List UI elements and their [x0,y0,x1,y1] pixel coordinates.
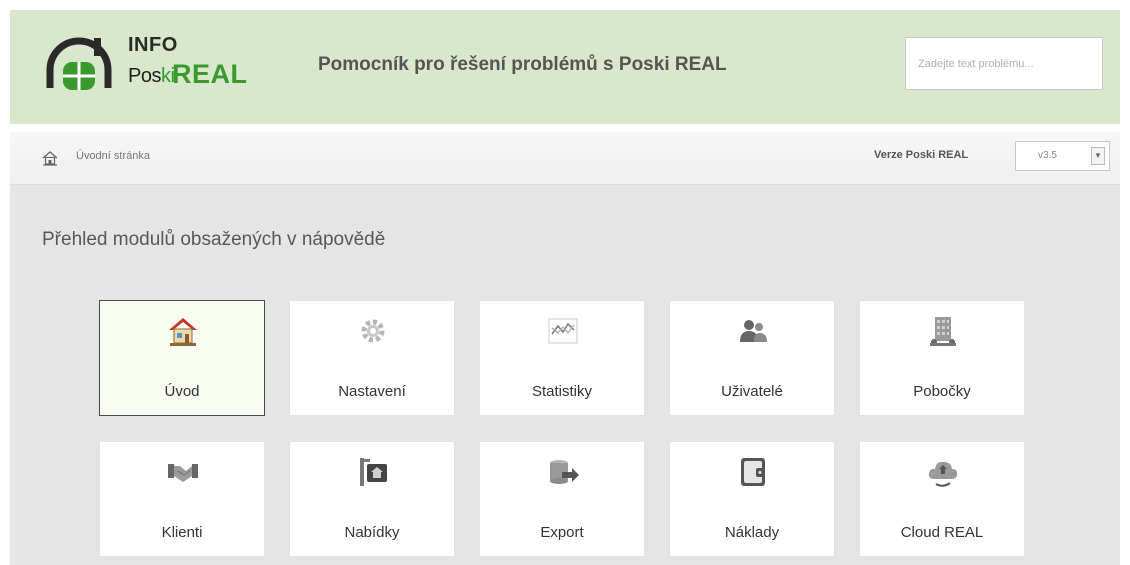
logo-house-icon [46,37,112,90]
module-label: Cloud REAL [900,524,984,541]
users-icon [740,320,767,342]
module-tile-pobocky[interactable]: Pobočky [859,300,1025,416]
module-tile-export[interactable]: Export [479,441,645,557]
home-icon [169,318,197,346]
module-label: Pobočky [913,383,971,400]
breadcrumb: Úvodní stránka Verze Poski REAL v3.5 ▼ [10,132,1120,185]
section-title: Přehled modulů obsažených v nápovědě [42,229,386,250]
module-tile-uzivatele[interactable]: Uživatelé [669,300,835,416]
building-icon [930,317,956,346]
module-tile-naklady[interactable]: Náklady [669,441,835,557]
version-select[interactable]: v3.5 ▼ [1015,141,1110,171]
module-label: Export [540,524,584,541]
wallet-icon [741,458,765,486]
logo-real-text: REAL [172,59,248,89]
module-label: Nastavení [338,383,406,400]
cloud-icon [928,461,958,487]
module-label: Nabídky [344,524,400,541]
module-label: Statistiky [531,383,592,400]
module-tile-statistiky[interactable]: Statistiky [479,300,645,416]
header: INFO Poski REAL Pomocník pro řešení prob… [10,10,1120,124]
chart-icon [548,318,578,344]
module-tile-nastaveni[interactable]: Nastavení [289,300,455,416]
sign-icon [360,458,387,486]
module-tile-uvod[interactable]: Úvod [99,300,265,416]
module-label: Uživatelé [721,383,783,400]
page-title: Pomocník pro řešení problémů s Poski REA… [318,54,727,75]
chevron-down-icon: ▼ [1091,147,1105,165]
handshake-icon [168,464,198,482]
logo-poski-text: Poski [128,65,175,88]
home-icon[interactable] [42,150,58,166]
module-tile-nabidky[interactable]: Nabídky [289,441,455,557]
info-poski-real-logo[interactable]: INFO Poski REAL [44,28,264,108]
module-label: Úvod [164,383,200,400]
logo-info-text: INFO [128,34,178,56]
gear-icon [361,319,385,343]
version-label: Verze Poski REAL [874,149,969,161]
module-label: Náklady [724,524,780,541]
version-value: v3.5 [1038,150,1057,161]
module-tile-klienti[interactable]: Klienti [99,441,265,557]
logo-poski-pre: Pos [128,65,161,87]
export-icon [550,460,579,484]
module-tile-cloud-real[interactable]: Cloud REAL [859,441,1025,557]
module-label: Klienti [161,524,203,541]
breadcrumb-home-link[interactable]: Úvodní stránka [76,150,150,162]
module-overview: Přehled modulů obsažených v nápovědě Úvo… [10,185,1120,565]
search-input[interactable] [905,37,1103,90]
